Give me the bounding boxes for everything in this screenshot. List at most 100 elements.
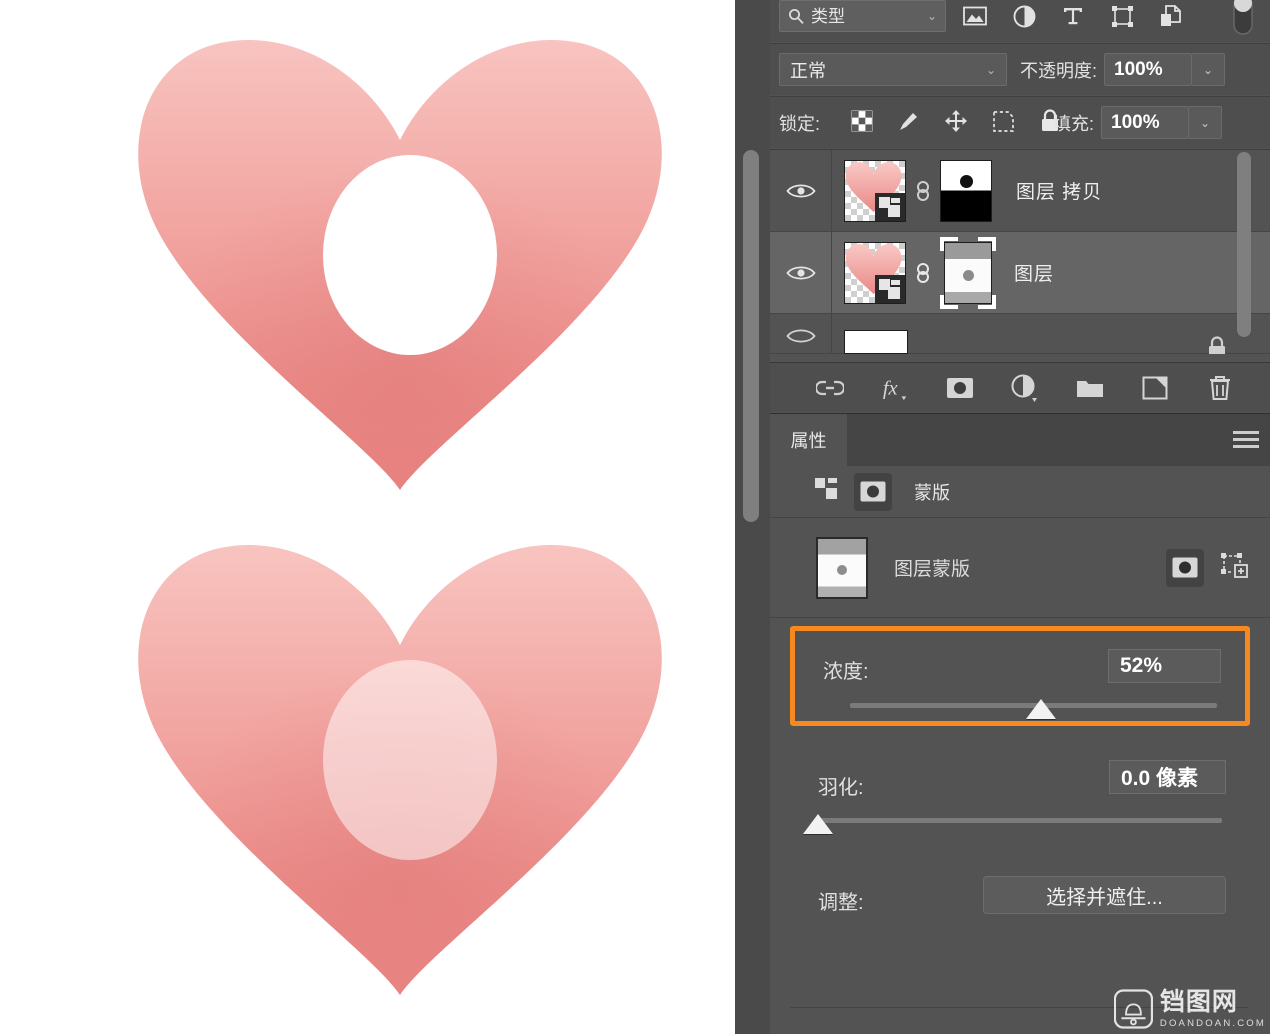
pixel-mask-icon[interactable] [854,472,892,511]
new-group-icon[interactable] [1076,374,1104,402]
eye-icon [785,265,816,280]
lock-icons [850,109,1062,133]
fill-group: 填充: 100% ⌄ [1053,106,1223,139]
smart-link-icon [814,476,840,507]
heart-top [120,35,680,505]
tab-properties-label: 属性 [790,431,827,451]
density-slider-row: 浓度: 52% [795,631,1245,721]
link-layers-icon[interactable] [816,374,844,402]
heart-top-svg [138,39,662,491]
filter-enable-toggle[interactable] [1230,0,1256,38]
properties-tabbar: 属性 [770,414,1270,466]
bell-logo-icon [1114,989,1153,1029]
watermark-en: DOANDOAN.COM [1159,1017,1266,1029]
lock-transparent-pixels-icon[interactable] [850,109,874,133]
lock-label: 锁定: [779,114,821,134]
lock-image-pixels-icon[interactable] [897,109,921,133]
layers-list[interactable]: 图层 拷贝 图层 [770,149,1270,362]
table-row[interactable]: 图层 拷贝 [770,150,1270,232]
smart-object-badge-icon [875,192,905,221]
filter-shape-icon[interactable] [1109,3,1135,29]
blend-mode-row: 正常 ⌄ 不透明度: 100% ⌄ [770,43,1270,95]
heart-top-shade [138,39,662,491]
svg-text:fx: fx [883,377,898,399]
feather-input[interactable]: 0.0 像素 [1109,760,1226,794]
new-adjustment-layer-icon[interactable] [1011,374,1039,402]
search-icon [789,8,804,24]
lock-position-icon[interactable] [944,109,968,133]
layer-thumbnail[interactable] [844,159,906,222]
filter-adjustment-icon[interactable] [1011,3,1037,29]
add-vector-mask-button[interactable] [1220,552,1248,584]
fill-label: 填充: [1053,113,1095,134]
layer-mask-thumbnail[interactable] [940,159,992,222]
feather-slider-thumb[interactable] [803,814,833,834]
chevron-down-icon: ⌄ [985,62,996,77]
density-input[interactable]: 52% [1108,649,1221,683]
filter-pixel-icon[interactable] [962,3,988,29]
heart-bottom-svg [138,544,662,995]
layers-list-scrollbar[interactable] [1233,152,1255,360]
opacity-stepper-chevron-down-icon[interactable]: ⌄ [1192,53,1226,86]
density-slider-thumb[interactable] [1025,699,1056,719]
site-watermark: 铛图网 DOANDOAN.COM [1114,986,1266,1032]
properties-panel: 属性 蒙版 图层蒙版 浓度: 52% 羽化: 0.0 像素 调整: 选择并遮住.… [770,413,1270,1034]
layers-list-scrollbar-thumb[interactable] [1237,152,1251,337]
lock-artboard-nesting-icon[interactable] [991,109,1015,133]
properties-header: 蒙版 [770,466,1270,518]
lock-all-icon [1209,336,1225,354]
feather-label: 羽化: [818,777,864,799]
panel-menu-icon[interactable] [1233,431,1259,449]
watermark-cn: 铛图网 [1159,987,1238,1016]
document-canvas[interactable] [0,0,735,1034]
layer-visibility-toggle[interactable] [770,232,832,313]
add-layer-mask-icon[interactable] [946,374,974,402]
layer-mask-thumbnail[interactable] [816,536,868,599]
feather-slider-track[interactable] [818,818,1222,823]
watermark-text: 铛图网 DOANDOAN.COM [1159,987,1266,1029]
eye-icon [785,183,816,198]
density-label: 浓度: [823,661,869,683]
layers-panel-scrollbar-left[interactable] [740,150,762,522]
fill-input[interactable]: 100% [1101,106,1190,139]
blend-mode-select[interactable]: 正常 ⌄ [779,53,1007,86]
layer-visibility-toggle[interactable] [770,314,832,353]
layer-mask-thumbnail-selected[interactable] [940,236,996,309]
filter-type-icon[interactable] [1060,3,1086,29]
layer-thumbnail[interactable] [844,329,908,354]
layer-name[interactable]: 图层 拷贝 [1016,177,1102,204]
select-and-mask-button[interactable]: 选择并遮住... [983,876,1226,914]
right-dock: 类型 ⌄ 正常 ⌄ 不透明度: 100% ⌄ 锁定: 填充: 100% ⌄ 图层… [735,0,1270,1034]
layer-filter-type-label: 类型 [811,6,845,26]
photoshop-window: 类型 ⌄ 正常 ⌄ 不透明度: 100% ⌄ 锁定: 填充: 100% ⌄ 图层… [0,0,1270,1034]
fill-stepper-chevron-down-icon[interactable]: ⌄ [1189,106,1223,139]
layer-visibility-toggle[interactable] [770,150,832,231]
new-layer-icon[interactable] [1141,374,1169,402]
layers-panel-footer: fx [770,362,1270,412]
mask-selection-brackets-icon [940,236,996,309]
adjust-label: 调整: [818,892,864,914]
lock-row: 锁定: 填充: 100% ⌄ [770,96,1270,148]
tab-properties[interactable]: 属性 [770,414,847,466]
mask-row-buttons [1166,548,1248,587]
layer-filter-type-select[interactable]: 类型 ⌄ [779,0,946,32]
select-pixel-mask-button[interactable] [1166,548,1204,587]
adjust-row: 调整: 选择并遮住... [790,868,1250,928]
delete-layer-icon[interactable] [1206,374,1234,402]
layer-mask-link-icon[interactable] [910,258,936,288]
filter-smart-object-icon[interactable] [1158,3,1184,29]
layer-name[interactable]: 图层 [1014,259,1054,286]
layer-filter-icons [962,0,1184,32]
layer-thumbnail[interactable] [844,241,906,304]
layers-panel-scrollbar-thumb[interactable] [743,150,759,522]
opacity-input[interactable]: 100% [1104,53,1193,86]
blend-mode-value: 正常 [790,60,826,81]
table-row[interactable] [770,314,1270,354]
select-and-mask-label: 选择并遮住... [1046,886,1163,909]
layer-style-fx-icon[interactable]: fx [881,374,909,402]
mask-name-label: 图层蒙版 [894,559,971,580]
table-row[interactable]: 图层 [770,232,1270,314]
layer-mask-link-icon[interactable] [910,176,936,206]
opacity-label: 不透明度: [1020,60,1098,81]
opacity-group: 不透明度: 100% ⌄ [1020,53,1226,86]
